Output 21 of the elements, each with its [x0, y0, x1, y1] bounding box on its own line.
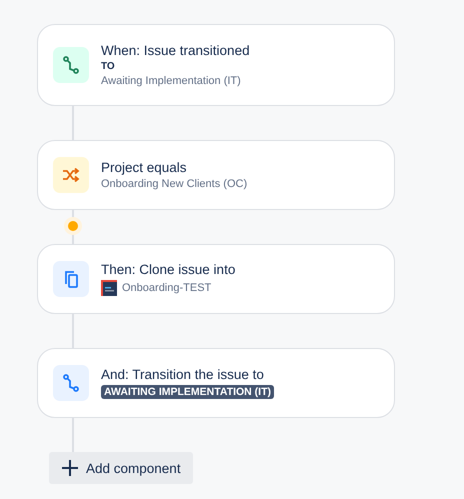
step-title: When: Issue transitioned	[101, 43, 250, 58]
field-label: TO	[101, 61, 116, 72]
status-lozenge: AWAITING IMPLEMENTATION (IT)	[101, 385, 274, 399]
rule-step-card[interactable]: And: Transition the issue to AWAITING IMPLEMENTATION (IT)	[37, 348, 395, 418]
step-title: Then: Clone issue into	[101, 262, 236, 277]
step-detail: Awaiting Implementation (IT)	[101, 75, 242, 87]
rule-step-card[interactable]: Then: Clone issue into Onboarding-TEST	[37, 244, 395, 314]
shuffle-icon	[62, 168, 80, 182]
step-detail: Onboarding New Clients (OC)	[101, 178, 248, 190]
step-title: Project equals	[101, 160, 188, 175]
project-icon	[101, 280, 117, 296]
step-title: And: Transition the issue to	[101, 367, 265, 382]
add-component-button[interactable]: Add component	[49, 452, 193, 484]
copy-icon	[64, 270, 78, 288]
transition-icon	[63, 56, 79, 74]
branch-dot-icon	[64, 217, 82, 235]
project-link[interactable]: Onboarding-TEST	[122, 282, 212, 294]
plus-icon	[61, 459, 79, 477]
transition-icon	[63, 374, 79, 392]
rule-step-card[interactable]: When: Issue transitioned TO Awaiting Implementation (IT)	[37, 24, 395, 106]
rule-step-card[interactable]: Project equals Onboarding New Clients (OC)	[37, 140, 395, 210]
